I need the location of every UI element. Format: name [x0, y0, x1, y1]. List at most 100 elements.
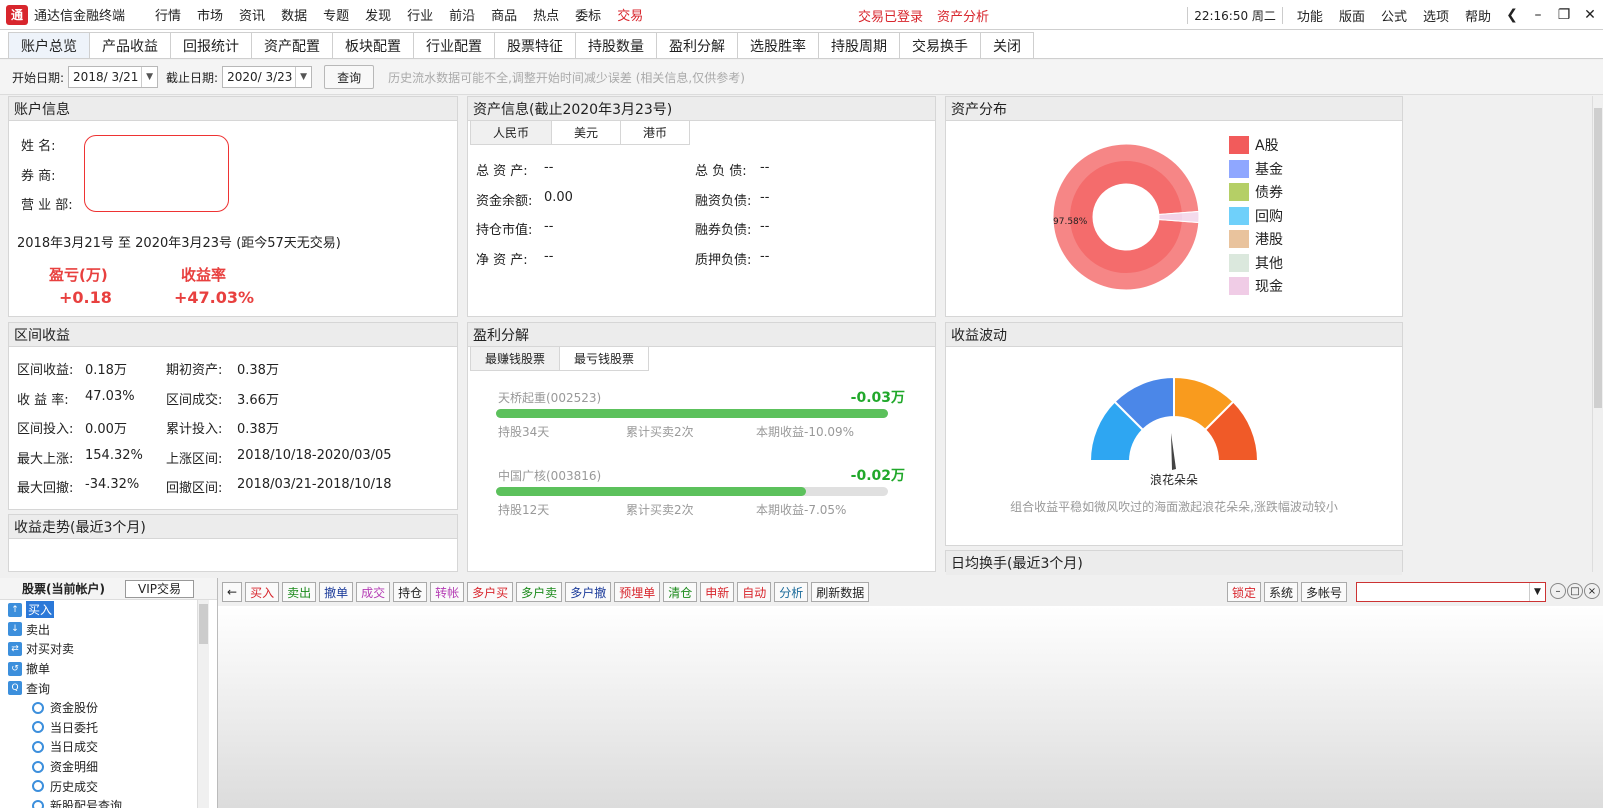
trade-button-11[interactable]: 清仓 — [663, 582, 698, 602]
trade-button-7[interactable]: 多户买 — [467, 582, 514, 602]
trade-button-8[interactable]: 多户卖 — [516, 582, 563, 602]
currency-tab[interactable]: 美元 — [551, 121, 622, 145]
tab-1[interactable]: 产品收益 — [89, 32, 171, 58]
menu-help[interactable]: 帮助 — [1457, 6, 1499, 25]
scrollbar-thumb[interactable] — [1594, 108, 1602, 408]
nav-subitem-5[interactable]: 新股配号查询 — [20, 796, 217, 808]
close-icon[interactable]: ✕ — [1577, 7, 1603, 23]
chevron-down-icon[interactable]: ▼ — [141, 67, 157, 87]
nav-subitem-label: 当日成交 — [50, 740, 99, 755]
trade-button-10[interactable]: 预埋单 — [614, 582, 661, 602]
liability-value: -- — [760, 248, 770, 264]
minimize-icon[interactable]: – — [1550, 583, 1566, 599]
trade-button-2[interactable]: 卖出 — [282, 582, 317, 602]
menu-item[interactable]: 资讯 — [231, 5, 273, 24]
panel-title: 资产分布 — [946, 97, 1402, 121]
account-period: 2018年3月21号 至 2020年3月23号 (距今57天无交易) — [17, 236, 341, 251]
nav-subitem-2[interactable]: 当日成交 — [20, 737, 217, 757]
currency-tab[interactable]: 港币 — [620, 121, 691, 145]
nav-scrollbar[interactable] — [197, 600, 209, 808]
back-icon[interactable]: ❮ — [1499, 7, 1525, 23]
tab-8[interactable]: 盈利分解 — [656, 32, 738, 58]
currency-tab[interactable]: 人民币 — [470, 121, 553, 145]
chevron-down-icon[interactable]: ▼ — [1529, 583, 1545, 601]
restore-icon[interactable]: □ — [1567, 583, 1583, 599]
menu-item[interactable]: 热点 — [525, 5, 567, 24]
tab-3[interactable]: 资产配置 — [251, 32, 333, 58]
tab-0[interactable]: 账户总览 — [8, 32, 90, 58]
nav-item-3[interactable]: ↺ 撤单 — [0, 659, 217, 679]
nav-item-2[interactable]: ⇄ 对买对卖 — [0, 639, 217, 659]
tab-5[interactable]: 行业配置 — [413, 32, 495, 58]
nav-subitem-4[interactable]: 历史成交 — [20, 776, 217, 796]
asset-analysis-link[interactable]: 资产分析 — [937, 6, 989, 25]
tab-4[interactable]: 板块配置 — [332, 32, 414, 58]
tab-6[interactable]: 股票特征 — [494, 32, 576, 58]
restore-icon[interactable]: ❐ — [1551, 7, 1577, 23]
menu-item[interactable]: 前沿 — [441, 5, 483, 24]
query-button[interactable]: 查询 — [324, 65, 375, 89]
nav-subitem-3[interactable]: 资金明细 — [20, 757, 217, 777]
tab-2[interactable]: 回报统计 — [170, 32, 252, 58]
menu-item[interactable]: 发现 — [357, 5, 399, 24]
trade-button-9[interactable]: 多户撤 — [565, 582, 612, 602]
menu-item[interactable]: 行业 — [399, 5, 441, 24]
trade-button-12[interactable]: 申新 — [700, 582, 735, 602]
menu-item[interactable]: 市场 — [189, 5, 231, 24]
account-select[interactable]: ▼ — [1356, 582, 1546, 602]
start-date-picker[interactable]: 2018/ 3/21 ▼ — [68, 66, 159, 88]
panel-title: 日均换手(最近3个月) — [946, 551, 1402, 575]
menu-item[interactable]: 行情 — [147, 5, 189, 24]
chevron-down-icon[interactable]: ▼ — [295, 67, 311, 87]
tab-11[interactable]: 交易换手 — [899, 32, 981, 58]
minimize-icon[interactable]: – — [1525, 7, 1551, 23]
trade-logged-in-link[interactable]: 交易已登录 — [858, 6, 923, 25]
stock-period-return: 本期收益-10.09% — [756, 425, 855, 439]
tab-7[interactable]: 持股数量 — [575, 32, 657, 58]
menu-item[interactable]: 专题 — [315, 5, 357, 24]
nav-item-4[interactable]: Q 查询 — [0, 678, 217, 698]
trade-right-button-2[interactable]: 多帐号 — [1301, 582, 1348, 602]
menu-function[interactable]: 功能 — [1289, 6, 1331, 25]
menu-item[interactable]: 委标 — [567, 5, 609, 24]
vip-trade-button[interactable]: VIP交易 — [124, 579, 194, 598]
menu-item[interactable]: 交易 — [609, 5, 651, 24]
main-scrollbar[interactable] — [1592, 96, 1603, 572]
panel-title: 区间收益 — [9, 323, 457, 347]
menu-options[interactable]: 选项 — [1415, 6, 1457, 25]
nav-item-0[interactable]: ↑ 买入 — [0, 600, 217, 620]
tab-12[interactable]: 关闭 — [980, 32, 1034, 58]
close-icon[interactable]: × — [1584, 583, 1600, 599]
trade-button-5[interactable]: 持仓 — [393, 582, 428, 602]
menu-item[interactable]: 数据 — [273, 5, 315, 24]
trade-button-15[interactable]: 刷新数据 — [811, 582, 870, 602]
scrollbar-thumb[interactable] — [199, 604, 208, 644]
trade-button-1[interactable]: 买入 — [245, 582, 280, 602]
tab-9[interactable]: 选股胜率 — [737, 32, 819, 58]
nav-item-1[interactable]: ↓ 卖出 — [0, 620, 217, 640]
menu-layout[interactable]: 版面 — [1331, 6, 1373, 25]
trade-button-13[interactable]: 自动 — [737, 582, 772, 602]
tab-10[interactable]: 持股周期 — [818, 32, 900, 58]
trade-button-4[interactable]: 成交 — [356, 582, 391, 602]
trade-right-button-0[interactable]: 锁定 — [1227, 582, 1262, 602]
panel-title: 收益走势(最近3个月) — [9, 515, 457, 539]
nav-subitem-0[interactable]: 资金股份 — [20, 698, 217, 718]
profit-tab[interactable]: 最赚钱股票 — [470, 347, 561, 371]
menu-formula[interactable]: 公式 — [1373, 6, 1415, 25]
trade-button-3[interactable]: 撤单 — [319, 582, 354, 602]
trade-button-0[interactable]: ← — [222, 582, 243, 602]
menu-item[interactable]: 商品 — [483, 5, 525, 24]
end-date-picker[interactable]: 2020/ 3/23 ▼ — [222, 66, 313, 88]
profit-tab[interactable]: 最亏钱股票 — [559, 347, 650, 371]
trade-button-6[interactable]: 转帐 — [430, 582, 465, 602]
trade-right-button-1[interactable]: 系统 — [1264, 582, 1299, 602]
start-date-value: 2018/ 3/21 — [73, 70, 139, 84]
liability-value: -- — [760, 219, 770, 234]
interval-value-2: 3.66万 — [237, 392, 279, 408]
menu-bar: 通 通达信金融终端 行情 市场 资讯 数据 专题 发现 行业 前沿 商品 热点 委标 交易 交易已登录… — [0, 0, 1603, 30]
stock-bar-track — [496, 487, 888, 496]
nav-subitem-1[interactable]: 当日委托 — [20, 718, 217, 738]
data-note: 历史流水数据可能不全,调整开始时间减少误差 (相关信息,仅供参考) — [388, 70, 745, 85]
trade-button-14[interactable]: 分析 — [774, 582, 809, 602]
